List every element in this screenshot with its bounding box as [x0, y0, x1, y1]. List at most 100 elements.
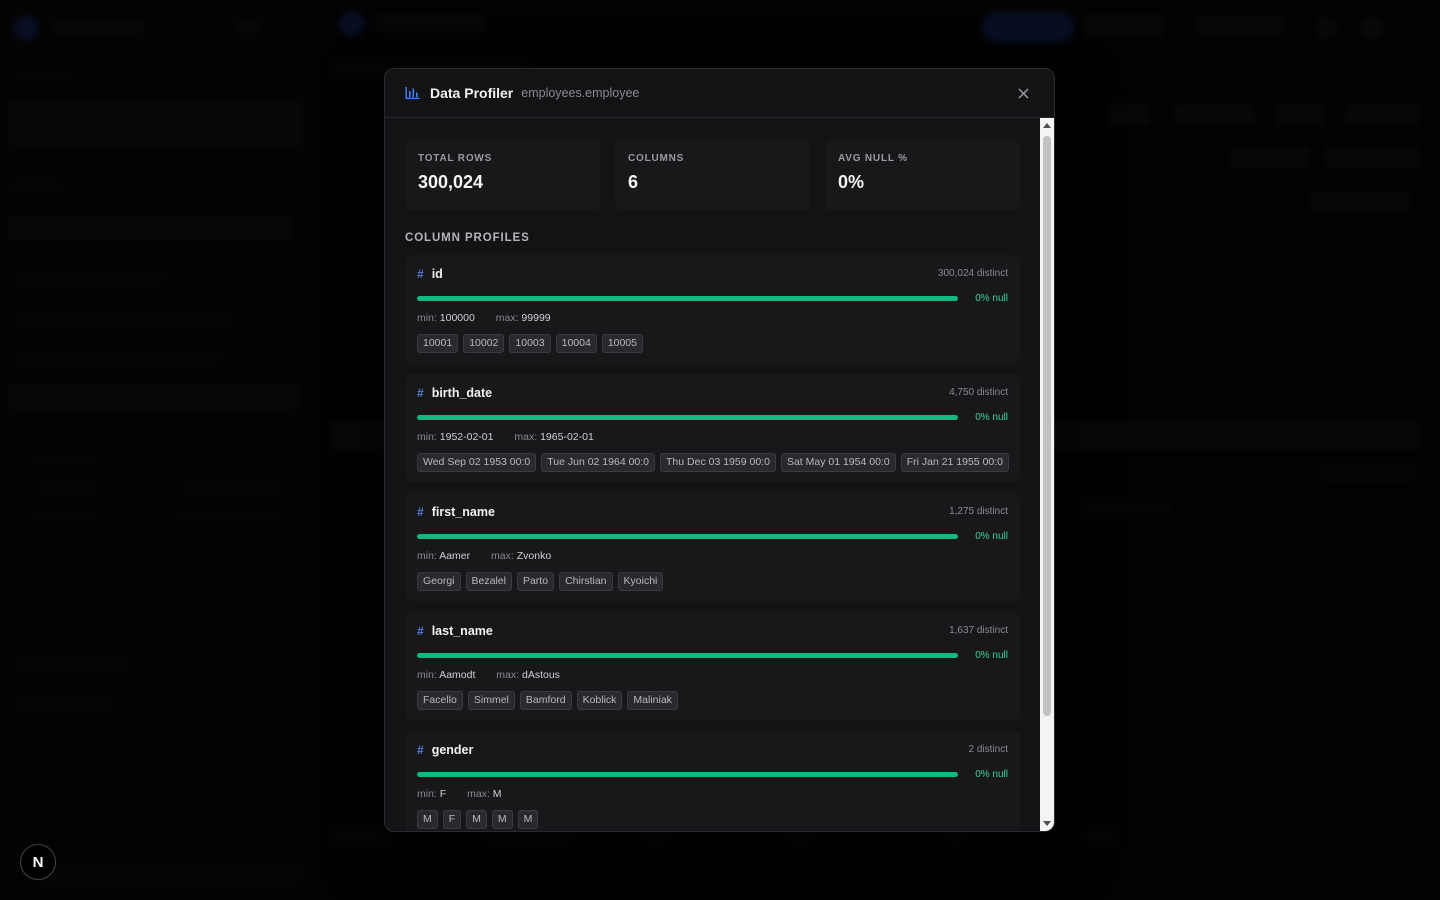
null-bar — [417, 771, 958, 777]
scrollbar[interactable] — [1040, 118, 1054, 831]
min-value: Aamodt — [439, 669, 476, 681]
hash-icon: # — [417, 385, 424, 400]
distinct-count: 1,637 distinct — [949, 625, 1008, 636]
sample-chip: 10005 — [601, 334, 644, 353]
sample-chip: Thu Dec 03 1959 00:0 — [660, 453, 776, 472]
column-name: last_name — [431, 623, 493, 638]
distinct-count: 300,024 distinct — [937, 268, 1008, 279]
close-button[interactable] — [1012, 82, 1034, 104]
min-label: min: — [417, 550, 437, 562]
null-percent: 0% null — [975, 768, 1008, 780]
sample-chip: 10001 — [417, 334, 459, 353]
max-label: max: — [514, 431, 538, 443]
column-profile-card: # id 300,024 distinct 0% null min: 10000… — [405, 255, 1020, 363]
column-profiles-list: # id 300,024 distinct 0% null min: 10000… — [405, 255, 1020, 831]
scroll-down-arrow[interactable] — [1040, 817, 1054, 831]
stat-label: COLUMNS — [628, 153, 685, 164]
null-bar — [417, 652, 958, 658]
max-label: max: — [467, 788, 490, 800]
close-icon[interactable] — [1018, 88, 1029, 99]
sample-chip: 10004 — [555, 334, 597, 353]
null-percent: 0% null — [975, 530, 1008, 542]
sample-chip: Sat May 01 1954 00:0 — [780, 453, 896, 472]
null-percent: 0% null — [975, 292, 1008, 304]
stat-columns: COLUMNS 6 — [615, 140, 810, 210]
sample-chip: Simmel — [467, 691, 515, 710]
min-max-row: min: F max: M — [417, 788, 1008, 802]
sample-chip: 10003 — [509, 334, 551, 353]
sample-chip: Fri Jan 21 1955 00:0 — [900, 453, 1010, 472]
null-bar — [417, 295, 958, 301]
nextjs-badge[interactable]: N — [20, 844, 56, 880]
null-percent: 0% null — [975, 411, 1008, 423]
sample-chip: M — [466, 810, 487, 829]
sample-values: Facello Simmel Bamford Koblick Maliniak — [417, 691, 1008, 710]
bar-chart-icon — [405, 85, 421, 101]
badge-letter: N — [32, 853, 44, 871]
max-value: 99999 — [521, 312, 551, 324]
sample-chip: Kyoichi — [617, 572, 664, 591]
min-label: min: — [417, 669, 437, 681]
distinct-count: 2 distinct — [968, 744, 1008, 755]
max-label: max: — [495, 312, 519, 324]
min-value: F — [439, 788, 447, 800]
stat-value: 6 — [628, 172, 639, 192]
column-name: gender — [431, 742, 474, 757]
hash-icon: # — [417, 623, 424, 638]
sample-values: Georgi Bezalel Parto Chirstian Kyoichi — [417, 572, 1008, 591]
modal-header: Data Profiler employees.employee — [385, 69, 1054, 118]
modal-title: Data Profiler — [430, 85, 514, 101]
max-value: M — [492, 788, 502, 800]
stat-avg-null: AVG NULL % 0% — [825, 140, 1020, 210]
null-percent: 0% null — [975, 649, 1008, 661]
sample-chip: Maliniak — [627, 691, 678, 710]
sample-chip: Wed Sep 02 1953 00:0 — [417, 453, 537, 472]
sample-chip: Bamford — [519, 691, 572, 710]
min-value: 1952-02-01 — [439, 431, 494, 443]
sample-chip: Chirstian — [559, 572, 613, 591]
min-max-row: min: Aamer max: Zvonko — [417, 550, 1008, 564]
column-name: birth_date — [431, 385, 493, 400]
distinct-count: 4,750 distinct — [949, 387, 1008, 398]
min-max-row: min: Aamodt max: dAstous — [417, 669, 1008, 683]
stat-value: 300,024 — [418, 172, 484, 192]
sample-chip: M — [491, 810, 513, 829]
sample-values: Wed Sep 02 1953 00:0 Tue Jun 02 1964 00:0… — [417, 453, 1010, 472]
scrollbar-thumb[interactable] — [1043, 136, 1051, 716]
min-max-row: min: 1952-02-01 max: 1965-02-01 — [417, 431, 1008, 445]
stat-label: AVG NULL % — [838, 153, 908, 164]
hash-icon: # — [417, 504, 424, 519]
section-title: COLUMN PROFILES — [405, 232, 530, 244]
column-profile-card: # birth_date 4,750 distinct 0% null min:… — [405, 374, 1020, 482]
column-profile-card: # first_name 1,275 distinct 0% null min:… — [405, 493, 1020, 601]
max-label: max: — [496, 669, 520, 681]
column-name: id — [431, 266, 443, 281]
scroll-up-arrow[interactable] — [1040, 118, 1054, 132]
table-name: employees.employee — [521, 86, 640, 100]
column-profile-card: # last_name 1,637 distinct 0% null min: … — [405, 612, 1020, 720]
sample-chip: 10002 — [463, 334, 505, 353]
sample-values: 10001 10002 10003 10004 10005 — [417, 334, 1008, 353]
null-bar — [417, 533, 958, 539]
sample-chip: Georgi — [417, 572, 461, 591]
sample-chip: F — [442, 810, 462, 829]
hash-icon: # — [417, 266, 424, 281]
distinct-count: 1,275 distinct — [949, 506, 1008, 517]
sample-chip: Tue Jun 02 1964 00:0 — [541, 453, 656, 472]
column-name: first_name — [431, 504, 495, 519]
data-profiler-modal: Data Profiler employees.employee TOTAL R… — [384, 68, 1055, 832]
column-profile-card: # gender 2 distinct 0% null min: F max: … — [405, 731, 1020, 831]
null-bar — [417, 414, 958, 420]
sample-chip: M — [417, 810, 438, 829]
sample-chip: Koblick — [576, 691, 623, 710]
modal-body: TOTAL ROWS 300,024 COLUMNS 6 AVG NULL % … — [385, 118, 1040, 831]
sample-chip: M — [517, 810, 539, 829]
max-value: 1965-02-01 — [540, 431, 594, 443]
max-value: dAstous — [521, 669, 560, 681]
min-label: min: — [417, 788, 437, 800]
stat-total-rows: TOTAL ROWS 300,024 — [405, 140, 600, 210]
min-value: Aamer — [439, 550, 471, 562]
stats-row: TOTAL ROWS 300,024 COLUMNS 6 AVG NULL % … — [405, 140, 1020, 210]
stat-value: 0% — [838, 172, 865, 192]
sample-chip: Parto — [516, 572, 555, 591]
